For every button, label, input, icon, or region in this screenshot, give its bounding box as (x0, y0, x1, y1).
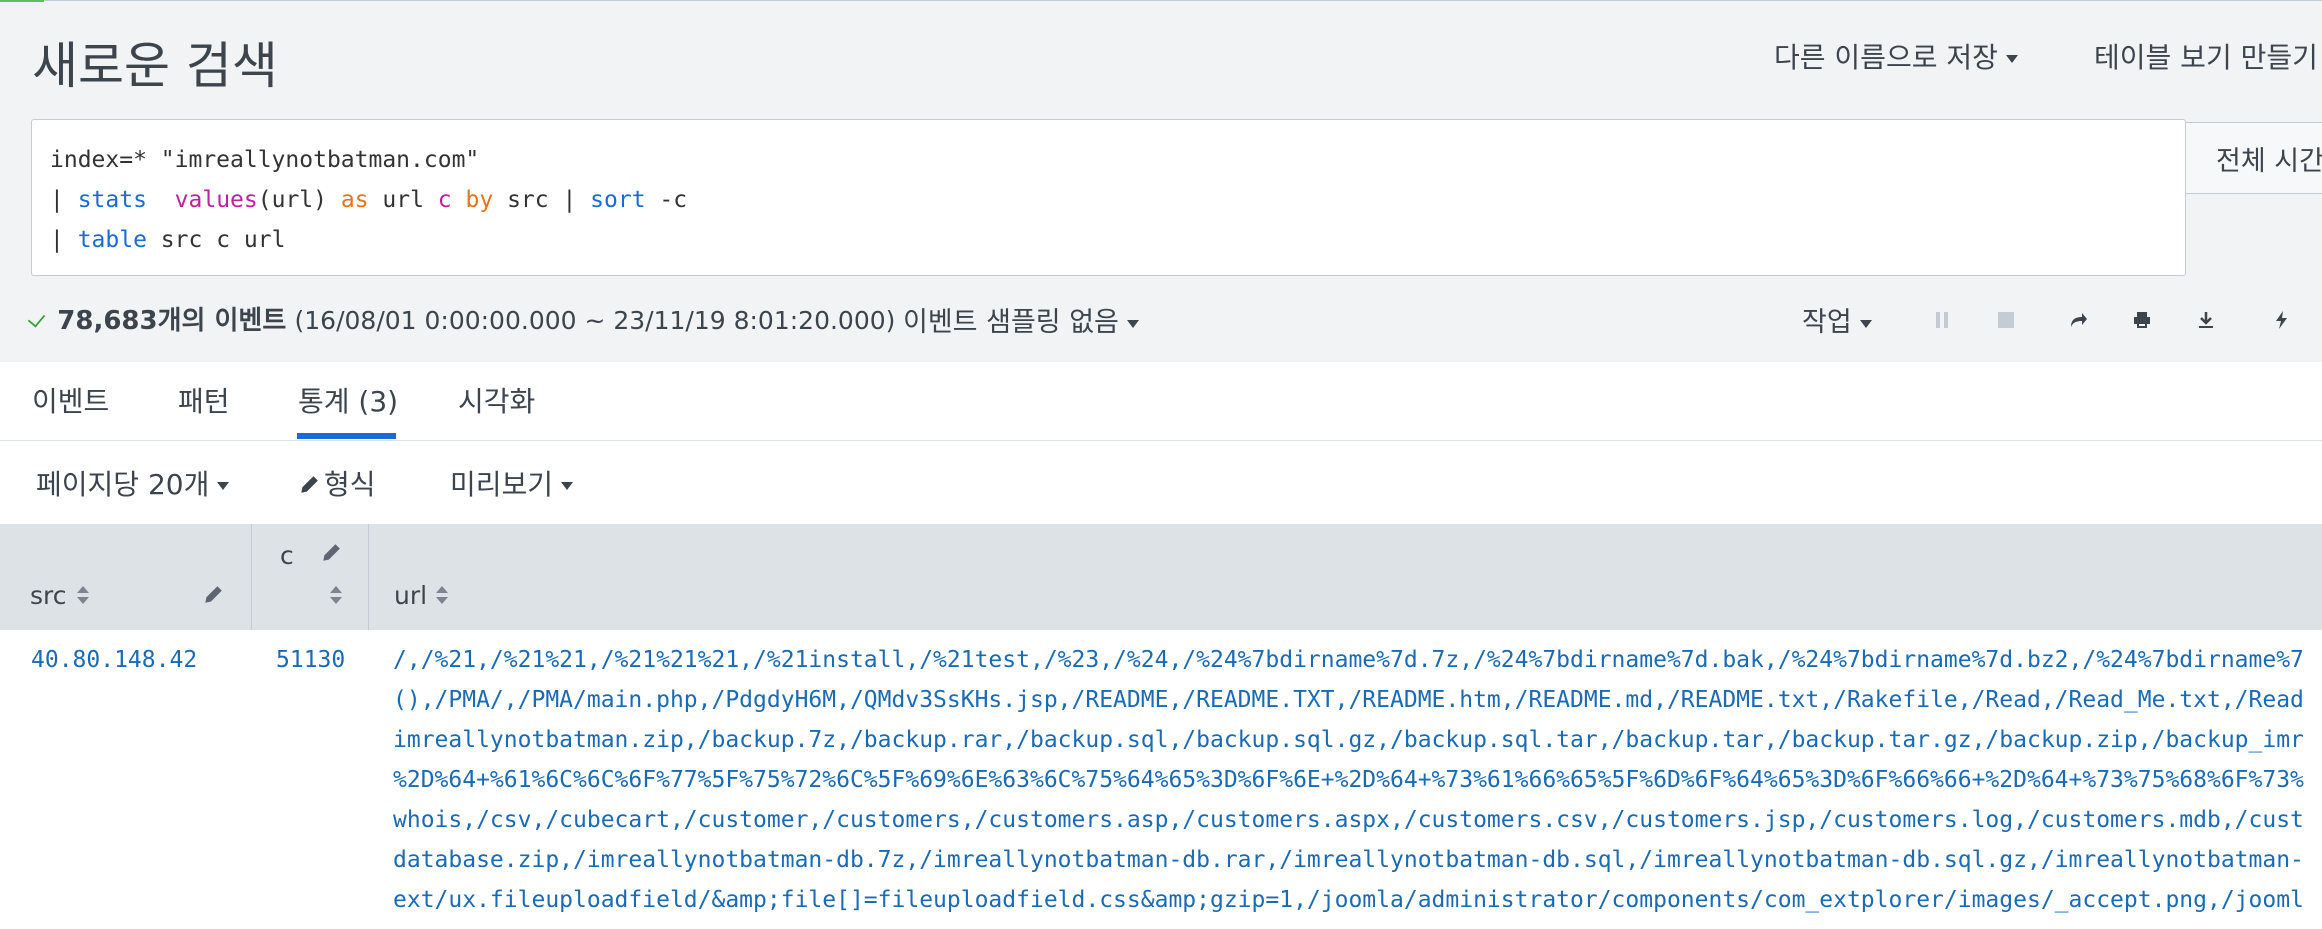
query-pipe: | (50, 187, 78, 213)
event-sampling-label: 이벤트 샘플링 없음 (903, 307, 1119, 338)
query-arg: url (368, 187, 438, 213)
job-status: 78,683개의 이벤트 (16/08/01 0:00:00.000 ~ 23/… (27, 300, 896, 340)
tab-visualization[interactable]: 시각화 (458, 380, 535, 420)
url-line: /,/%21,/%21%21,/%21%21%21,/%21install,/%… (393, 647, 2304, 673)
query-arg: (url) (257, 187, 341, 213)
pencil-icon[interactable] (320, 542, 342, 564)
active-tab-indicator (297, 433, 396, 439)
share-icon[interactable] (2068, 310, 2088, 330)
chevron-down-icon (561, 482, 574, 490)
pause-icon[interactable] (1932, 310, 1952, 330)
url-line: database.zip,/imreallynotbatman-db.7z,/i… (393, 847, 2304, 873)
results-controls: 페이지당 20개 형식 미리보기 (0, 441, 2322, 523)
splunk-search-page: 새로운 검색 다른 이름으로 저장 테이블 보기 만들기 index=* "im… (0, 0, 2322, 929)
per-page-dropdown[interactable]: 페이지당 20개 (36, 463, 230, 503)
time-range-text: (16/08/01 0:00:00.000 ~ 23/11/19 8:01:20… (294, 306, 896, 335)
search-query-input[interactable]: index=* "imreallynotbatman.com" | stats … (31, 119, 2186, 276)
tab-statistics[interactable]: 통계 (3) (298, 380, 398, 420)
top-border (0, 0, 2322, 1)
lightning-icon[interactable] (2272, 310, 2292, 330)
query-arg: -c (645, 187, 688, 213)
event-count: 78,683개의 이벤트 (57, 306, 287, 336)
top-accent-bar (0, 0, 44, 2)
url-line: imreallynotbatman.zip,/backup.7z,/backup… (393, 727, 2304, 753)
url-line: ext/ux.fileuploadfield/&amp;file[]=fileu… (393, 887, 2304, 913)
query-keyword-by: by (465, 187, 494, 213)
column-header-url[interactable]: url (394, 581, 427, 610)
column-header-c[interactable]: c (280, 541, 294, 570)
job-menu-button[interactable]: 작업 (1802, 300, 1872, 339)
page-title: 새로운 검색 (32, 37, 278, 95)
create-table-view-button[interactable]: 테이블 보기 만들기 (2094, 36, 2318, 76)
time-range-picker[interactable]: 전체 시간 (2186, 122, 2322, 194)
column-divider (368, 524, 369, 630)
event-sampling-dropdown[interactable]: 이벤트 샘플링 없음 (903, 300, 1139, 339)
save-as-label: 다른 이름으로 저장 (1774, 41, 1998, 74)
query-keyword-stats: stats (77, 187, 147, 213)
query-keyword-table: table (77, 227, 147, 253)
format-label: 형식 (324, 468, 376, 501)
create-table-view-label: 테이블 보기 만들기 (2094, 41, 2318, 74)
search-query-text[interactable]: index=* "imreallynotbatman.com" | stats … (50, 140, 687, 260)
table-header: src c url (0, 524, 2322, 630)
query-function-c: c (437, 187, 452, 213)
sort-icon[interactable] (329, 586, 343, 606)
column-divider (251, 524, 252, 630)
export-icon[interactable] (2196, 310, 2216, 330)
sort-icon[interactable] (76, 586, 90, 606)
url-line: %2D%64+%61%6C%6C%6F%77%5F%75%72%6C%5F%69… (393, 767, 2304, 793)
url-line: whois,/csv,/cubecart,/customer,/customer… (393, 807, 2304, 833)
chevron-down-icon (1859, 319, 1872, 328)
pencil-icon (301, 476, 318, 493)
save-as-button[interactable]: 다른 이름으로 저장 (1774, 36, 2018, 76)
column-header-src[interactable]: src (30, 581, 67, 610)
chevron-down-icon (2005, 55, 2018, 63)
preview-label: 미리보기 (450, 468, 554, 501)
per-page-label: 페이지당 20개 (36, 468, 210, 501)
job-menu-label: 작업 (1802, 307, 1852, 338)
sort-icon[interactable] (435, 586, 449, 606)
cell-src[interactable]: 40.80.148.42 (31, 640, 197, 680)
cell-url[interactable]: /,/%21,/%21%21,/%21%21%21,/%21install,/%… (393, 640, 2322, 920)
pencil-icon[interactable] (202, 584, 224, 606)
print-icon[interactable] (2132, 310, 2152, 330)
chevron-down-icon (1126, 319, 1139, 328)
tab-patterns[interactable]: 패턴 (178, 380, 230, 420)
url-line: (),/PMA/,/PMA/main.php,/PdgdyH6M,/QMdv3S… (393, 687, 2304, 713)
query-keyword-as: as (340, 187, 369, 213)
format-button[interactable]: 형식 (298, 463, 376, 503)
check-icon (27, 309, 46, 328)
query-pipe: | (50, 227, 78, 253)
stop-icon[interactable] (1996, 310, 2016, 330)
query-function-values: values (174, 187, 258, 213)
query-line-1: index=* "imreallynotbatman.com" (50, 147, 480, 173)
query-keyword-sort: sort (590, 187, 646, 213)
query-arg: src | (493, 187, 591, 213)
time-range-label: 전체 시간 (2216, 146, 2322, 177)
query-arg: src c url (146, 227, 286, 253)
results-tabs: 이벤트 패턴 통계 (3) 시각화 (0, 362, 2322, 441)
preview-dropdown[interactable]: 미리보기 (450, 463, 574, 503)
chevron-down-icon (217, 482, 230, 490)
cell-c[interactable]: 51130 (276, 640, 345, 680)
tab-events[interactable]: 이벤트 (32, 380, 109, 420)
